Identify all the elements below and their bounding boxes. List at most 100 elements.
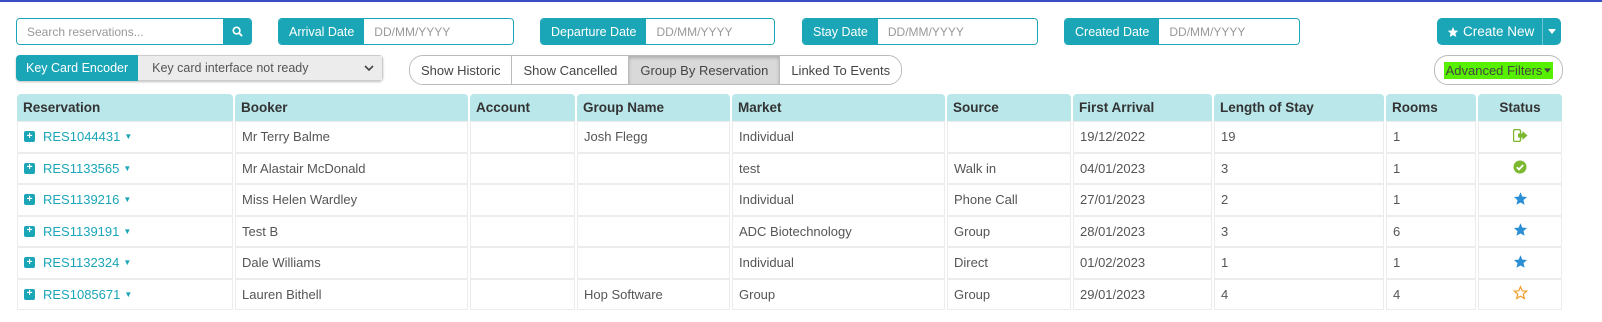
status-cell: [1478, 278, 1562, 310]
column-header-length-of-stay[interactable]: Length of Stay: [1214, 94, 1384, 121]
table-header-row: Reservation Booker Account Group Name Ma…: [17, 94, 1562, 121]
first-arrival-cell: 29/01/2023: [1073, 278, 1212, 310]
arrival-date-label: Arrival Date: [279, 19, 365, 44]
table-row: + RES1044431 ▼ Mr Terry Balme Josh Flegg I…: [17, 121, 1562, 153]
first-arrival-cell: 28/01/2023: [1073, 215, 1212, 247]
column-header-first-arrival[interactable]: First Arrival: [1073, 94, 1212, 121]
account-cell: [470, 278, 575, 310]
reservation-link[interactable]: RES1132324: [43, 255, 119, 270]
expand-icon[interactable]: +: [24, 225, 35, 237]
first-arrival-cell: 27/01/2023: [1073, 184, 1212, 216]
checked-out-icon: [1512, 128, 1527, 142]
market-cell: Group: [732, 278, 945, 310]
length-of-stay-cell: 3: [1214, 215, 1384, 247]
search-box: [16, 18, 252, 45]
show-cancelled-toggle[interactable]: Show Cancelled: [512, 56, 630, 84]
rooms-cell: 6: [1386, 215, 1476, 247]
reservation-link[interactable]: RES1139216: [43, 192, 119, 207]
caret-down-icon[interactable]: ▼: [123, 164, 131, 173]
source-cell: Phone Call: [947, 184, 1071, 216]
column-header-status[interactable]: Status: [1478, 94, 1562, 121]
stay-date-input[interactable]: [877, 19, 1037, 44]
reservation-link[interactable]: RES1085671: [43, 287, 120, 302]
booker-cell: Lauren Bithell: [235, 278, 468, 310]
first-arrival-cell: 19/12/2022: [1073, 121, 1212, 153]
search-button[interactable]: [223, 19, 251, 44]
create-new-button[interactable]: Create New: [1437, 18, 1561, 45]
caret-down-icon[interactable]: ▼: [123, 195, 131, 204]
advanced-filters-highlight: Advanced Filters: [1443, 61, 1554, 79]
market-cell: ADC Biotechnology: [732, 215, 945, 247]
column-header-group-name[interactable]: Group Name: [577, 94, 730, 121]
booker-cell: Dale Williams: [235, 247, 468, 279]
search-icon: [231, 26, 243, 37]
table-row: + RES1133565 ▼ Mr Alastair McDonald test W…: [17, 152, 1562, 184]
group-name-cell: [577, 152, 730, 184]
caret-down-icon[interactable]: ▼: [123, 258, 131, 267]
group-name-cell: Josh Flegg: [577, 121, 730, 153]
departure-date-input[interactable]: [646, 19, 774, 44]
star-filled-icon: [1513, 223, 1527, 236]
group-by-reservation-toggle[interactable]: Group By Reservation: [629, 56, 781, 84]
source-cell: Walk in: [947, 152, 1071, 184]
search-input[interactable]: [17, 19, 223, 44]
length-of-stay-cell: 19: [1214, 121, 1384, 153]
caret-down-icon[interactable]: ▼: [124, 290, 132, 299]
length-of-stay-cell: 1: [1214, 247, 1384, 279]
departure-date-label: Departure Date: [541, 19, 647, 44]
advanced-filters-button[interactable]: Advanced Filters: [1434, 55, 1563, 85]
column-header-source[interactable]: Source: [947, 94, 1071, 121]
reservation-link[interactable]: RES1133565: [43, 161, 119, 176]
expand-icon[interactable]: +: [24, 257, 35, 269]
key-card-select[interactable]: Key card interface not ready: [138, 55, 383, 81]
star-filled-icon: [1513, 255, 1527, 268]
booker-cell: Mr Alastair McDonald: [235, 152, 468, 184]
column-header-booker[interactable]: Booker: [235, 94, 468, 121]
stay-date-filter: Stay Date: [802, 18, 1038, 45]
column-header-reservation[interactable]: Reservation: [17, 94, 233, 121]
group-name-cell: Hop Software: [577, 278, 730, 310]
expand-icon[interactable]: +: [24, 194, 35, 206]
linked-to-events-toggle[interactable]: Linked To Events: [780, 56, 902, 84]
key-card-select-value: Key card interface not ready: [152, 61, 309, 75]
created-date-filter: Created Date: [1064, 18, 1300, 45]
first-arrival-cell: 01/02/2023: [1073, 247, 1212, 279]
account-cell: [470, 152, 575, 184]
create-new-main[interactable]: Create New: [1437, 24, 1542, 39]
first-arrival-cell: 04/01/2023: [1073, 152, 1212, 184]
source-cell: Direct: [947, 247, 1071, 279]
created-date-input[interactable]: [1159, 19, 1299, 44]
length-of-stay-cell: 4: [1214, 278, 1384, 310]
create-new-dropdown-toggle[interactable]: [1542, 18, 1561, 45]
expand-icon[interactable]: +: [24, 131, 35, 143]
caret-down-icon[interactable]: ▼: [123, 227, 131, 236]
departure-date-filter: Departure Date: [540, 18, 775, 45]
expand-icon[interactable]: +: [24, 162, 35, 174]
status-cell: [1478, 152, 1562, 184]
checked-in-icon: [1513, 160, 1527, 174]
stay-date-label: Stay Date: [803, 19, 878, 44]
reservation-cell: + RES1132324 ▼: [17, 247, 233, 279]
created-date-label: Created Date: [1065, 19, 1160, 44]
star-icon: [1447, 26, 1459, 37]
reservation-link[interactable]: RES1044431: [43, 129, 120, 144]
status-cell: [1478, 247, 1562, 279]
advanced-filters-label: Advanced Filters: [1445, 62, 1543, 78]
length-of-stay-cell: 3: [1214, 152, 1384, 184]
column-header-rooms[interactable]: Rooms: [1386, 94, 1476, 121]
column-header-account[interactable]: Account: [470, 94, 575, 121]
source-cell: Group: [947, 278, 1071, 310]
table-row: + RES1085671 ▼ Lauren Bithell Hop Software…: [17, 278, 1562, 310]
arrival-date-input[interactable]: [364, 19, 513, 44]
reservation-cell: + RES1139191 ▼: [17, 215, 233, 247]
source-cell: Group: [947, 215, 1071, 247]
show-historic-toggle[interactable]: Show Historic: [410, 56, 513, 84]
caret-down-icon[interactable]: ▼: [124, 132, 132, 141]
column-header-market[interactable]: Market: [732, 94, 945, 121]
rooms-cell: 1: [1386, 184, 1476, 216]
reservation-cell: + RES1085671 ▼: [17, 278, 233, 310]
booker-cell: Test B: [235, 215, 468, 247]
expand-icon[interactable]: +: [24, 288, 35, 300]
group-name-cell: [577, 184, 730, 216]
reservation-link[interactable]: RES1139191: [43, 224, 119, 239]
